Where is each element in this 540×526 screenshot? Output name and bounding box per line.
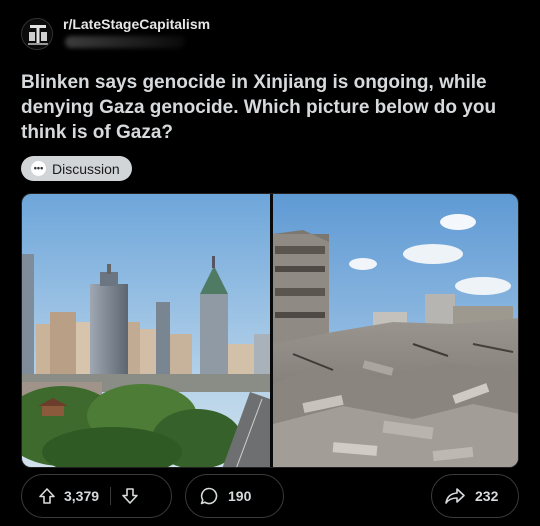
share-button[interactable]: 232 xyxy=(431,474,519,518)
upvote-arrow-icon[interactable] xyxy=(36,485,58,507)
vote-bar: 3,379 xyxy=(21,474,172,518)
post-header: r/LateStageCapitalism xyxy=(21,14,341,50)
flair-label: Discussion xyxy=(52,160,120,177)
post-flair[interactable]: ••• Discussion xyxy=(21,156,132,181)
comment-bubble-icon xyxy=(198,485,220,507)
subreddit-avatar[interactable] xyxy=(21,18,53,50)
upvote-count: 3,379 xyxy=(64,488,100,504)
subreddit-name[interactable]: r/LateStageCapitalism xyxy=(63,16,210,32)
comment-count: 190 xyxy=(228,488,252,504)
post-title[interactable]: Blinken says genocide in Xinjiang is ong… xyxy=(21,70,526,145)
blurred-username xyxy=(65,36,185,48)
vote-separator xyxy=(110,487,112,505)
city-skyline-image xyxy=(22,194,270,467)
subreddit-avatar-image xyxy=(22,19,52,49)
rubble-ruins-image xyxy=(273,194,518,467)
downvote-arrow-icon[interactable] xyxy=(119,485,141,507)
post-media[interactable] xyxy=(21,193,519,468)
share-count: 232 xyxy=(475,488,499,504)
chat-bubble-icon: ••• xyxy=(31,161,46,176)
post-actions: 3,379 190 232 xyxy=(21,473,519,519)
comments-button[interactable]: 190 xyxy=(185,474,284,518)
share-arrow-icon xyxy=(444,485,466,507)
